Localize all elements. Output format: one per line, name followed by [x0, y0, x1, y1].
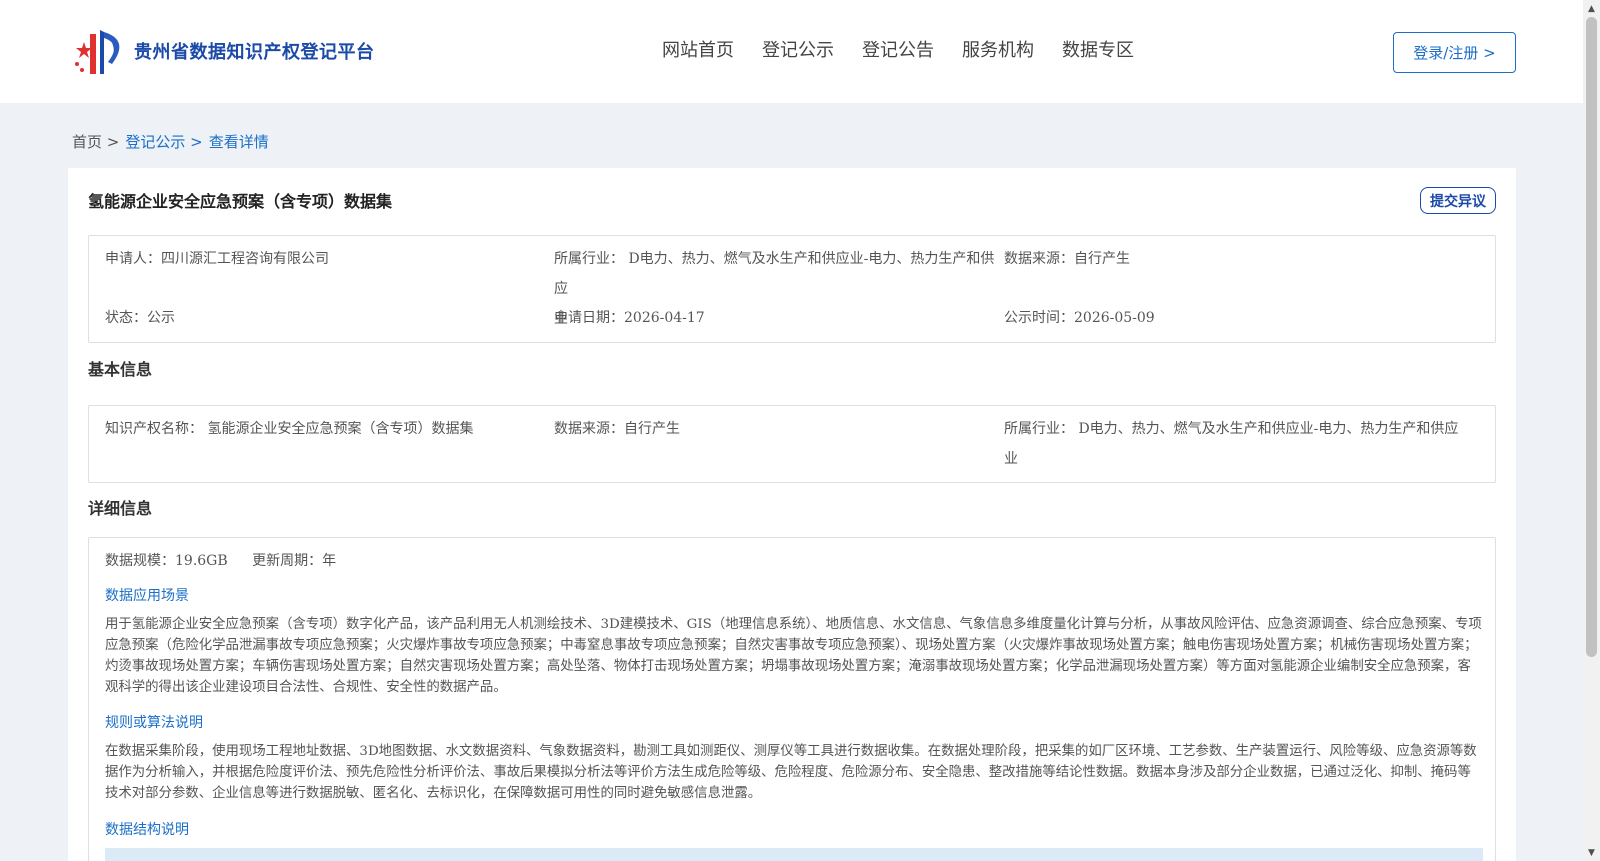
- basic-data-source: 数据来源：自行产生: [554, 421, 680, 437]
- industry-line1: 所属行业： D电力、热力、燃气及水生产和供应业-电力、热力生产和供应: [554, 251, 995, 297]
- submit-objection-button[interactable]: 提交异议: [1420, 187, 1496, 214]
- detail-info-title: 详细信息: [88, 499, 153, 518]
- ip-name: 知识产权名称： 氢能源企业安全应急预案（含专项）数据集: [105, 421, 474, 437]
- basic-industry-line2: 业: [1004, 451, 1018, 467]
- status: 状态：公示: [105, 310, 175, 326]
- algorithm-text: 在数据采集阶段，使用现场工程地址数据、3D地图数据、水文数据资料、气象数据资料，…: [105, 744, 1477, 801]
- apply-date: 申请日期：2026-04-17: [554, 310, 705, 326]
- detail-meta: 数据规模：19.6GB 更新周期：年: [105, 550, 356, 570]
- breadcrumb-home[interactable]: 首页 >: [72, 131, 119, 152]
- nav-data-zone[interactable]: 数据专区: [1062, 38, 1134, 64]
- data-source: 数据来源：自行产生: [1004, 251, 1130, 267]
- scroll-thumb[interactable]: [1586, 17, 1597, 657]
- structure-table-header: [105, 848, 1483, 861]
- breadcrumb-publicity[interactable]: 登记公示 >: [125, 131, 202, 152]
- breadcrumb: 首页 > 登记公示 > 查看详情: [72, 131, 275, 152]
- nav-registration-announcement[interactable]: 登记公告: [862, 38, 934, 64]
- basic-industry: 所属行业： D电力、热力、燃气及水生产和供应业-电力、热力生产和供应 业: [1004, 414, 1464, 474]
- scroll-down-icon[interactable]: ▼: [1583, 844, 1600, 861]
- update-cycle: 更新周期：年: [252, 553, 337, 569]
- nav-service-agencies[interactable]: 服务机构: [962, 38, 1034, 64]
- publish-date: 公示时间：2026-05-09: [1004, 310, 1155, 326]
- basic-info-title: 基本信息: [88, 360, 153, 379]
- data-scale: 数据规模：19.6GB: [105, 553, 228, 569]
- detail-info-box: 数据规模：19.6GB 更新周期：年 数据应用场景 用于氢能源企业安全应急预案（…: [88, 537, 1496, 861]
- site-header: 贵州省数据知识产权登记平台 网站首页 登记公示 登记公告 服务机构 数据专区 登…: [0, 0, 1583, 103]
- structure-title: 数据结构说明: [105, 822, 189, 838]
- basic-info-box: 知识产权名称： 氢能源企业安全应急预案（含专项）数据集 数据来源：自行产生 所属…: [88, 405, 1496, 483]
- nav-home[interactable]: 网站首页: [662, 38, 734, 64]
- scroll-up-icon[interactable]: ▲: [1583, 0, 1600, 17]
- algorithm-title: 规则或算法说明: [105, 715, 203, 731]
- summary-box: 申请人：四川源汇工程咨询有限公司 所属行业： D电力、热力、燃气及水生产和供应业…: [88, 235, 1496, 343]
- logo-text: 贵州省数据知识产权登记平台: [134, 42, 375, 63]
- main-nav: 网站首页 登记公示 登记公告 服务机构 数据专区: [662, 38, 1162, 64]
- detail-card: 氢能源企业安全应急预案（含专项）数据集 提交异议 申请人：四川源汇工程咨询有限公…: [68, 168, 1516, 861]
- breadcrumb-current: 查看详情: [208, 133, 269, 151]
- page-scrollbar[interactable]: ▲ ▼: [1583, 0, 1600, 861]
- record-title: 氢能源企业安全应急预案（含专项）数据集: [88, 192, 393, 211]
- logo-emblem-icon: [75, 30, 120, 74]
- basic-industry-line1: 所属行业： D电力、热力、燃气及水生产和供应业-电力、热力生产和供应: [1004, 421, 1459, 437]
- applicant: 申请人：四川源汇工程咨询有限公司: [105, 251, 329, 267]
- scenario-text: 用于氢能源企业安全应急预案（含专项）数字化产品，该产品利用无人机测绘技术、3D建…: [105, 617, 1482, 695]
- nav-registration-publicity[interactable]: 登记公示: [762, 38, 834, 64]
- site-logo[interactable]: 贵州省数据知识产权登记平台: [70, 24, 375, 78]
- scenario-title: 数据应用场景: [105, 588, 189, 604]
- login-register-button[interactable]: 登录/注册 >: [1393, 32, 1516, 73]
